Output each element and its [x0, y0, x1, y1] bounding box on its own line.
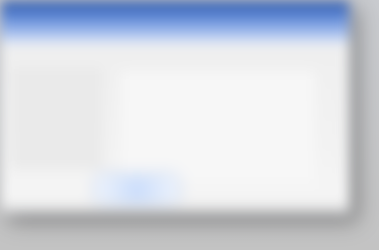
desktop-screen	[0, 0, 379, 250]
window-bottom-edge	[1, 201, 349, 213]
main-content-area	[121, 71, 315, 183]
window-title-bar[interactable]	[1, 1, 349, 43]
dialog-content	[1, 43, 349, 213]
left-content-area	[11, 67, 103, 169]
dialog-window	[0, 0, 350, 214]
